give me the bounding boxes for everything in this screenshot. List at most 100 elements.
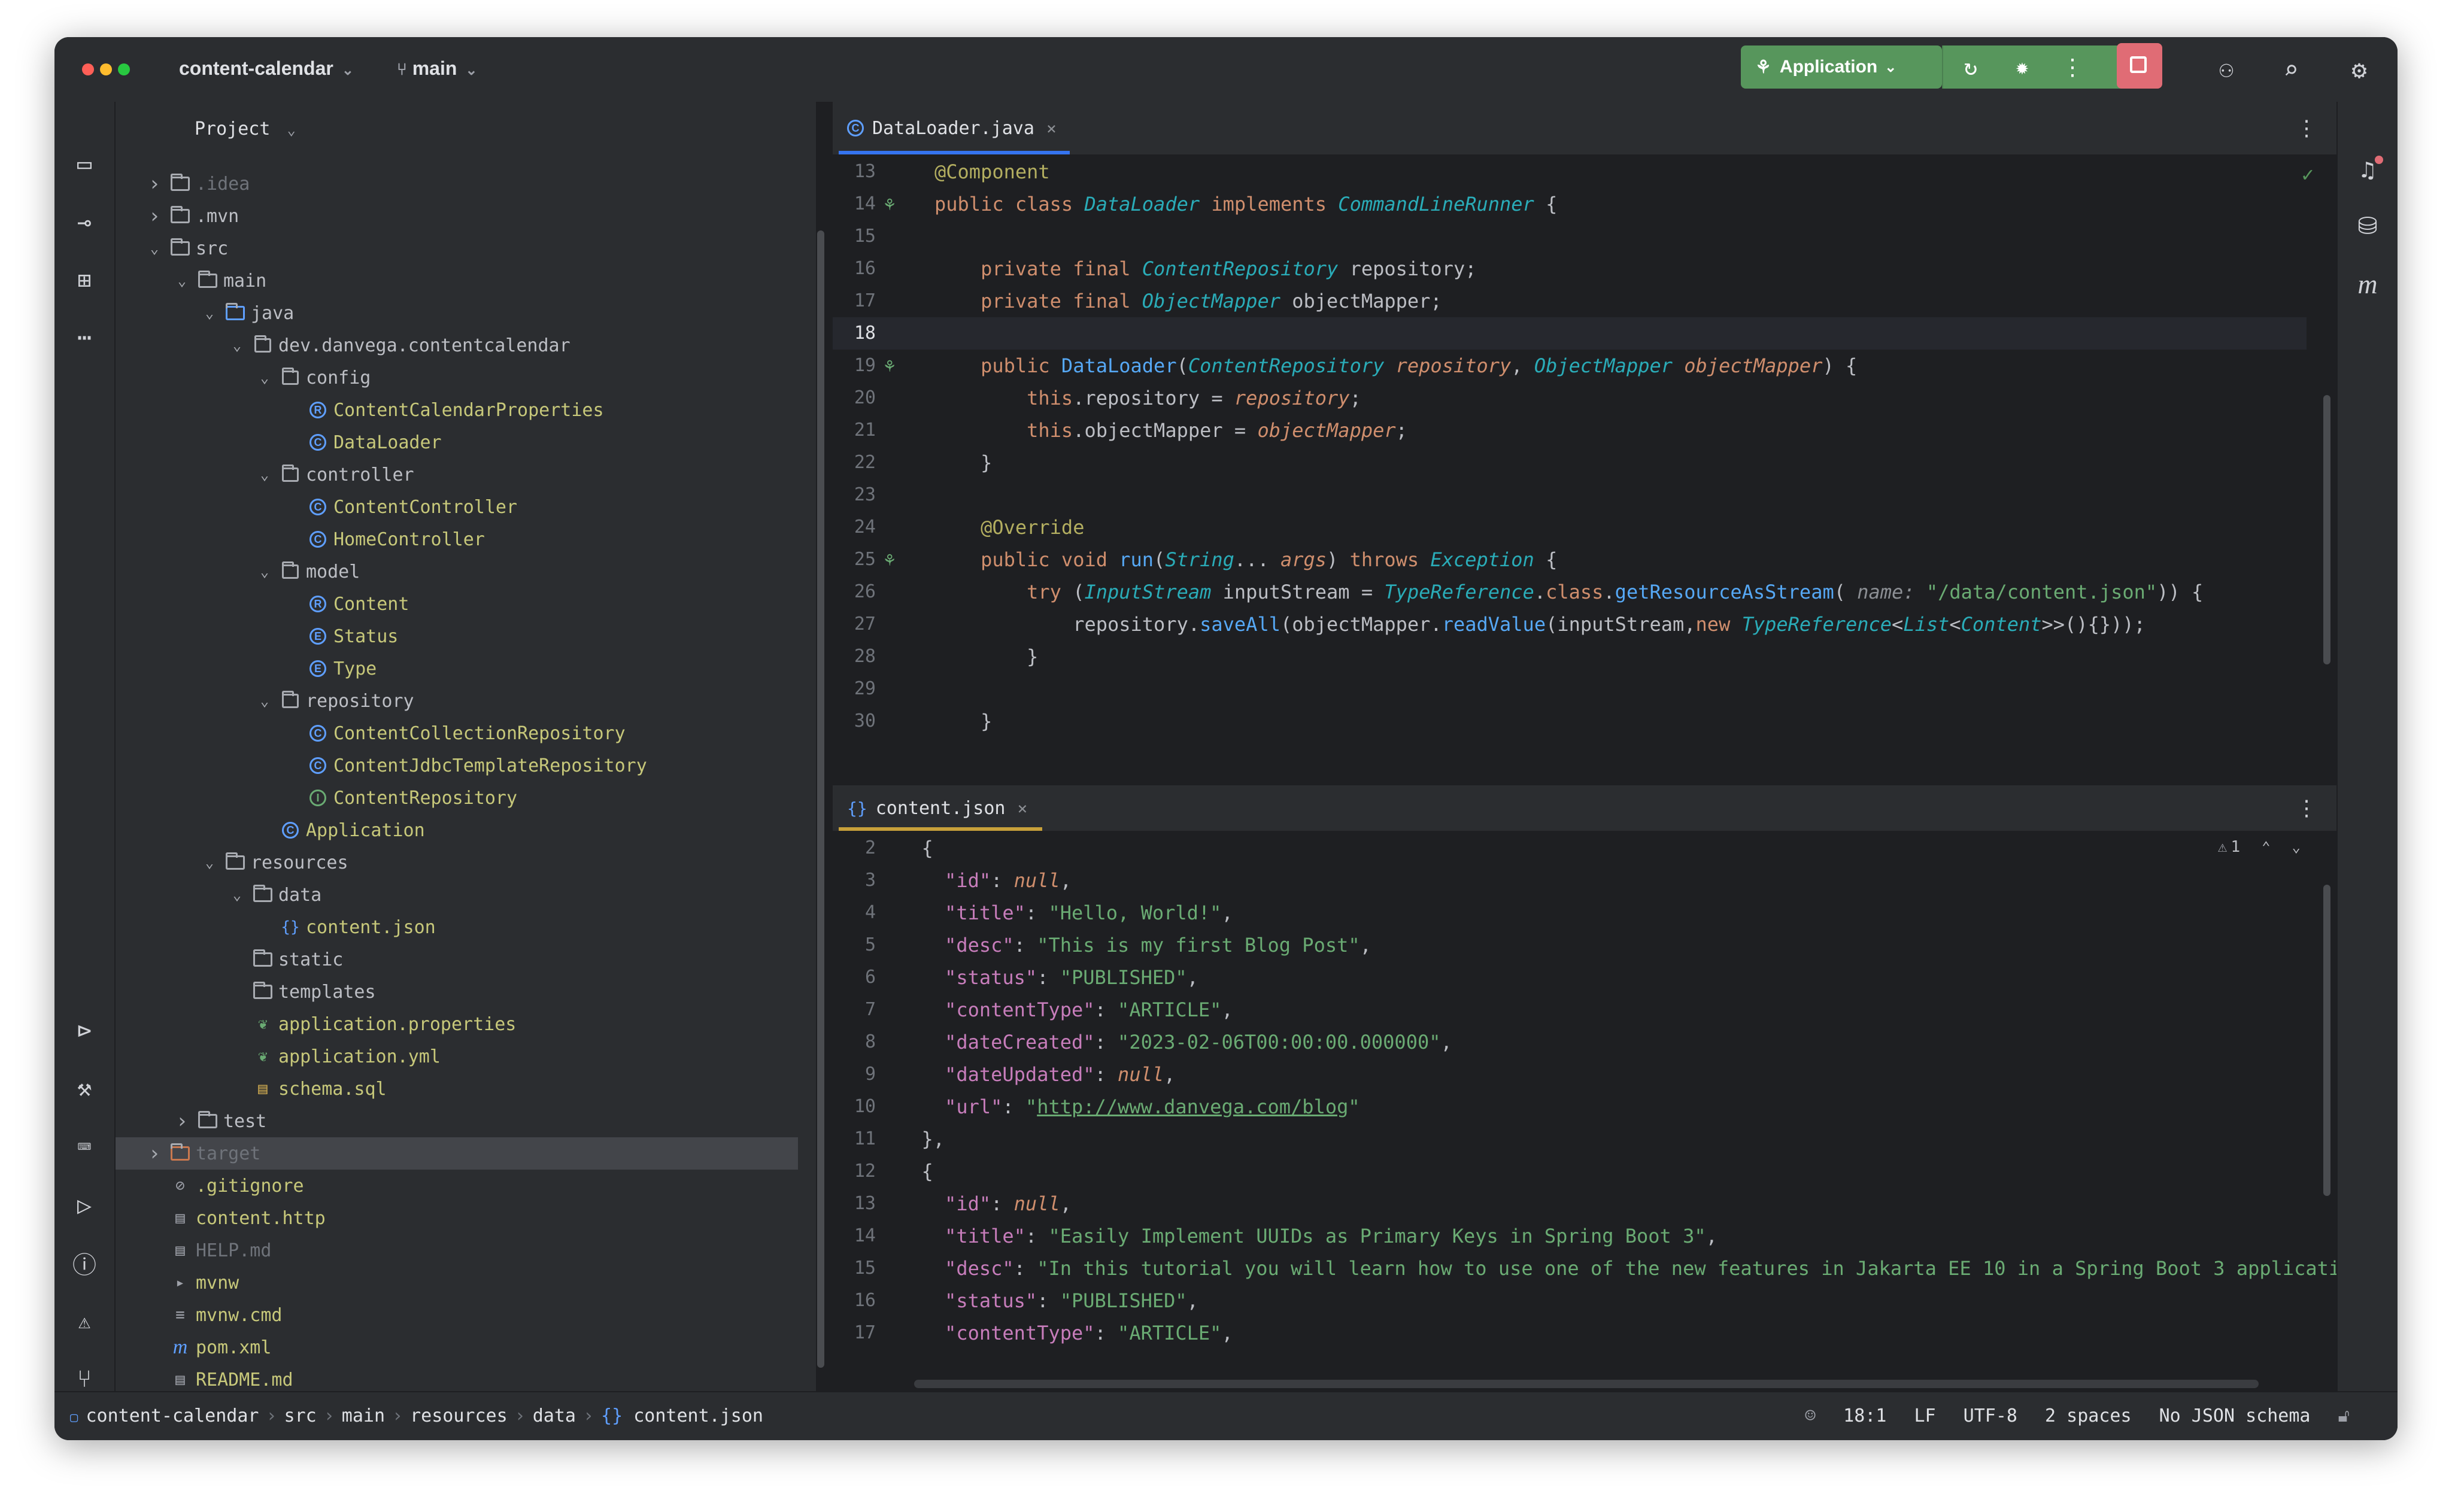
code-line[interactable]: "desc": "In this tutorial you will learn… [899,1252,2336,1285]
more-vertical-icon[interactable]: ⋮ [2060,51,2084,83]
add-user-icon[interactable]: ⚇ [2210,53,2243,86]
branch-switcher[interactable]: ⑂ main ⌄ [397,57,478,80]
tree-item[interactable]: ⌄ java [116,297,798,329]
tree-item[interactable]: ▤ content.http [116,1202,798,1234]
chevron-down-icon[interactable]: ⌄ [256,369,274,386]
tab-content-json[interactable]: {} content.json × [839,785,1042,831]
tree-item[interactable]: ⌄ data [116,879,798,911]
tree-item[interactable]: ⌄ resources [116,846,798,879]
run-config-selector[interactable]: ⚘ Application ⌄ [1741,45,1942,89]
code-line[interactable]: public class DataLoader implements Comma… [934,188,1557,220]
code-line[interactable]: "contentType": "ARTICLE", [899,1317,1233,1344]
code-line[interactable]: "status": "PUBLISHED", [899,961,1198,994]
editor-scrollbar[interactable] [2323,395,2330,664]
tree-item[interactable]: › target [116,1137,798,1170]
override-gutter-icon[interactable]: ⚘ [884,549,895,570]
spring-bean-gutter-icon[interactable]: ⚘ [884,194,895,215]
chevron-right-icon[interactable]: › [145,172,163,196]
ai-assistant-icon[interactable]: ☺ [1805,1405,1816,1426]
tree-item[interactable]: C ContentController [116,491,798,523]
tree-item[interactable]: ⌄ repository [116,685,798,717]
chevron-down-icon[interactable]: ⌄ [256,466,274,483]
commit-icon[interactable]: ⊸ [68,206,101,239]
chevron-right-icon[interactable]: › [145,204,163,228]
breadcrumb-item[interactable]: resources [410,1405,508,1426]
maven-icon[interactable]: m [2351,267,2384,300]
code-line[interactable]: public DataLoader(ContentRepository repo… [934,350,1857,382]
tree-item[interactable]: ⌄ model [116,555,798,588]
tree-item[interactable]: E Type [116,652,798,685]
tree-item[interactable]: ⌄ dev.danvega.contentcalendar [116,329,798,362]
tree-item[interactable]: E Status [116,620,798,652]
code-line[interactable]: "id": null, [899,864,1072,897]
code-line[interactable]: public void run(String... args) throws E… [934,544,1557,576]
chevron-down-icon[interactable]: ⌄ [228,337,246,354]
structure-icon[interactable]: ⊞ [68,263,101,297]
tree-item[interactable]: templates [116,976,798,1008]
tree-item[interactable]: ▤ schema.sql [116,1073,798,1105]
tree-item[interactable]: I ContentRepository [116,782,798,814]
code-area[interactable]: 13 @Component 14 public class DataLoader im… [833,156,2336,784]
chevron-right-icon[interactable]: › [145,1141,163,1165]
tree-item[interactable]: {} content.json [116,911,798,943]
more-vertical-icon[interactable]: ⋮ [2295,111,2319,145]
code-line[interactable]: "id": null, [899,1188,1072,1220]
code-line[interactable]: "title": "Easily Implement UUIDs as Prim… [899,1220,1717,1252]
tree-item[interactable]: › .idea [116,168,798,200]
tree-item[interactable]: C Application [116,814,798,846]
close-window-button[interactable] [82,63,94,75]
tree-item[interactable]: › .mvn [116,200,798,232]
chevron-down-icon[interactable]: ⌄ [201,854,219,871]
file-encoding[interactable]: UTF-8 [1964,1405,2017,1426]
horizontal-scrollbar[interactable] [914,1380,2259,1388]
settings-icon[interactable]: ⚙ [2342,53,2376,86]
code-line[interactable]: private final ContentRepository reposito… [934,253,1476,285]
tree-item[interactable]: ▸ mvnw [116,1267,798,1299]
breadcrumb-item[interactable]: content.json [633,1405,763,1426]
code-line[interactable]: "dateCreated": "2023-02-06T00:00:00.0000… [899,1026,1452,1058]
code-line[interactable]: try (InputStream inputStream = TypeRefer… [934,576,2203,608]
code-line[interactable]: } [934,447,992,479]
editor-scrollbar[interactable] [2323,885,2330,1196]
tree-item[interactable]: R Content [116,588,798,620]
project-scrollbar[interactable] [817,230,824,1368]
close-icon[interactable]: × [1046,119,1057,138]
project-switcher[interactable]: content-calendar ⌄ [179,57,354,80]
tree-item[interactable]: C ContentCollectionRepository [116,717,798,749]
code-line[interactable]: "status": "PUBLISHED", [899,1285,1198,1317]
code-line[interactable]: this.objectMapper = objectMapper; [934,414,1407,447]
tree-item[interactable]: C HomeController [116,523,798,555]
warning-icon[interactable]: ⚠ [68,1305,101,1338]
code-line[interactable]: }, [899,1123,945,1155]
tree-item[interactable]: R ContentCalendarProperties [116,394,798,426]
tree-item[interactable]: m pom.xml [116,1331,798,1364]
tree-item[interactable]: › test [116,1105,798,1137]
run-icon[interactable]: ▷ [68,1189,101,1222]
spring-bean-gutter-icon[interactable]: ⚘ [884,356,895,377]
code-line[interactable]: "title": "Hello, World!", [899,897,1233,929]
chevron-right-icon[interactable]: › [173,1109,191,1133]
code-line[interactable]: } [934,705,992,737]
tree-item[interactable]: ▤ HELP.md [116,1234,798,1267]
tree-item[interactable]: ⌄ src [116,232,798,265]
terminal-icon[interactable]: ⌨ [68,1130,101,1164]
lock-icon[interactable]: 🔓︎ [2338,1405,2350,1426]
search-icon[interactable]: ⌕ [2274,53,2308,86]
breadcrumb-item[interactable]: main [342,1405,385,1426]
minimize-window-button[interactable] [100,63,112,75]
tree-item[interactable]: static [116,943,798,976]
tree-item[interactable]: ⊘ .gitignore [116,1170,798,1202]
chevron-down-icon[interactable]: ⌄ [201,305,219,321]
tree-item[interactable]: ⌄ controller [116,459,798,491]
breadcrumb-item[interactable]: content-calendar [86,1405,259,1426]
tree-item[interactable]: C ContentJdbcTemplateRepository [116,749,798,782]
tree-item[interactable]: ≡ mvnw.cmd [116,1299,798,1331]
maximize-window-button[interactable] [118,63,130,75]
code-line[interactable]: @Component [934,156,1050,188]
build-hammer-icon[interactable]: ⚒ [68,1071,101,1105]
tree-item[interactable]: ❦ application.properties [116,1008,798,1040]
close-icon[interactable]: × [1017,798,1027,818]
code-line[interactable]: repository.saveAll(objectMapper.readValu… [934,608,2146,640]
code-line[interactable]: "dateUpdated": null, [899,1058,1175,1091]
code-area[interactable]: 2 {3 "id": null, 4 "title": "Hello, World… [833,832,2336,1344]
